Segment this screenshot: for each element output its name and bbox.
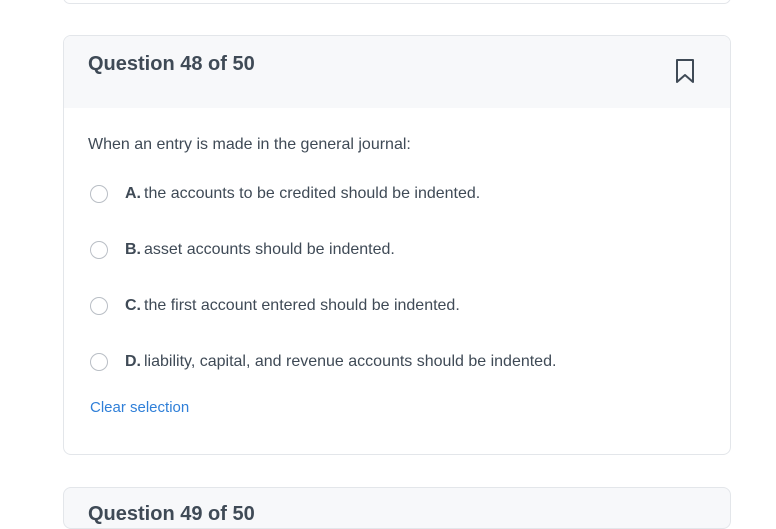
clear-selection-link[interactable]: Clear selection (90, 399, 189, 416)
previous-question-card (63, 0, 731, 4)
option-a[interactable]: A. the accounts to be credited should be… (90, 182, 480, 206)
option-letter: B. (125, 241, 141, 258)
radio-button[interactable] (90, 185, 108, 203)
question-header: Question 48 of 50 (64, 36, 730, 108)
option-text: the accounts to be credited should be in… (144, 185, 481, 202)
option-text: liability, capital, and revenue accounts… (144, 353, 557, 370)
option-b[interactable]: B. asset accounts should be indented. (90, 238, 395, 262)
radio-button[interactable] (90, 353, 108, 371)
option-c[interactable]: C. the first account entered should be i… (90, 294, 460, 318)
question-card: Question 48 of 50 When an entry is made … (63, 35, 731, 455)
next-question-card: Question 49 of 50 (63, 487, 731, 529)
option-letter: C. (125, 297, 141, 314)
radio-button[interactable] (90, 241, 108, 259)
question-prompt: When an entry is made in the general jou… (88, 136, 411, 153)
option-letter: D. (125, 353, 141, 370)
option-text: the first account entered should be inde… (144, 297, 460, 314)
option-text: asset accounts should be indented. (144, 241, 395, 258)
question-title: Question 48 of 50 (88, 53, 255, 75)
radio-button[interactable] (90, 297, 108, 315)
next-question-title: Question 49 of 50 (88, 503, 255, 525)
option-letter: A. (125, 185, 141, 202)
bookmark-icon[interactable] (674, 58, 696, 84)
option-d[interactable]: D. liability, capital, and revenue accou… (90, 350, 556, 374)
